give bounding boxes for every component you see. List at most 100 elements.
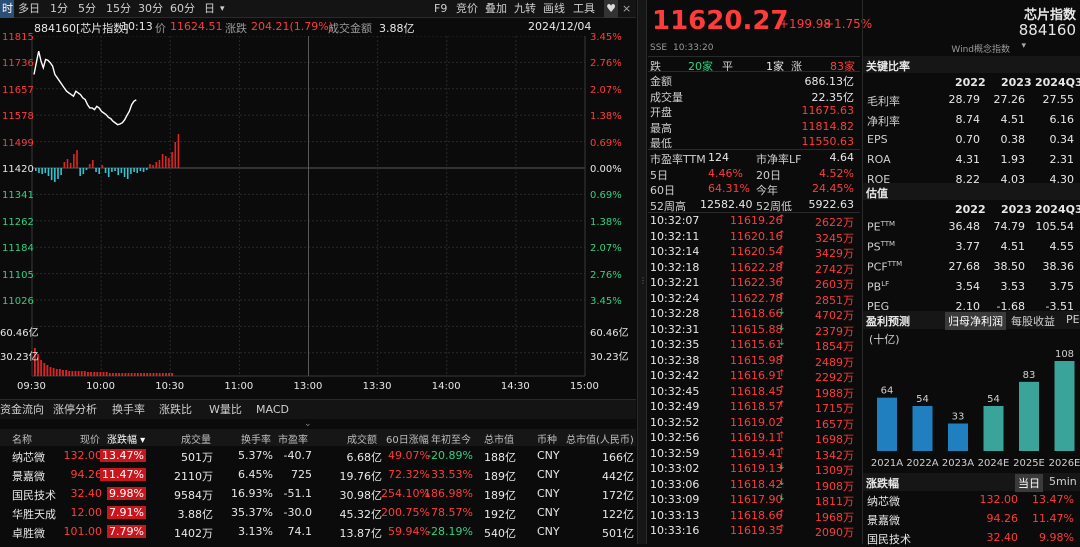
tick-amount: 2851万 — [815, 293, 854, 307]
col-turnover[interactable]: 换手率 — [241, 431, 271, 446]
tab-5min[interactable]: 5分 — [78, 0, 96, 18]
tick-time: 10:32:24 — [650, 291, 700, 305]
volume-bar — [93, 372, 96, 376]
tab-up-down-ratio[interactable]: 涨跌比 — [159, 400, 192, 420]
arrow-up-icon: ↑ — [778, 415, 786, 426]
table-cell-7: 49.07% — [388, 449, 430, 462]
tab-30min[interactable]: 30分 — [138, 0, 163, 18]
tab-5min-movers[interactable]: 5min — [1049, 475, 1077, 488]
overlay-button[interactable]: 叠加 — [485, 0, 507, 18]
table-cell-4: 5.37% — [238, 449, 273, 462]
table-row[interactable]: 景嘉微 94.26 11.47% 2110万 6.45% 725 19.76亿 72.32% 3… — [0, 466, 636, 484]
tick-amount: 3245万 — [815, 231, 854, 245]
col-pe[interactable]: 市盈率 — [278, 431, 308, 446]
col-mktcap[interactable]: 总市值 — [484, 431, 514, 446]
ratio-value: 36.48 — [948, 220, 981, 233]
volume-bar — [99, 372, 102, 376]
table-cell-4: 6.45% — [238, 468, 273, 481]
tab-15min[interactable]: 15分 — [106, 0, 131, 18]
price-axis-tick: 11026 — [2, 296, 34, 307]
table-cell-2: 9.98% — [107, 487, 146, 500]
table-cell-4: 3.13% — [238, 525, 273, 538]
flow-bar — [177, 134, 180, 168]
flow-bar — [69, 163, 72, 168]
col-60d[interactable]: 60日涨幅 — [386, 431, 429, 446]
ratio-label: PCFTTM — [867, 260, 903, 274]
table-cell-9: 189亿 — [484, 489, 516, 502]
tab-1min[interactable]: 1分 — [50, 0, 68, 18]
tick-price: 11618.66 — [730, 307, 783, 320]
forecast-bar — [1019, 381, 1039, 451]
forecast-category-label: 2025E — [1013, 458, 1045, 469]
change-label: 涨跌 — [225, 22, 247, 35]
cursor-amount: 3.88亿 — [379, 22, 415, 35]
table-cell-6: 13.87亿 — [339, 527, 383, 540]
ratio-value: 4.55 — [1049, 240, 1075, 253]
table-cell-2: 7.91% — [107, 506, 146, 519]
flow-bar — [85, 168, 88, 170]
tab-limit-analysis[interactable]: 涨停分析 — [53, 400, 97, 420]
auction-button[interactable]: 竞价 — [456, 0, 478, 18]
tab-capital-flow[interactable]: 资金流向 — [0, 400, 44, 420]
tab-eps[interactable]: 每股收益 — [1011, 313, 1055, 329]
table-cell-8: 33.53% — [431, 468, 473, 481]
favorite-heart-icon[interactable]: ♥ — [604, 0, 618, 18]
tab-60min[interactable]: 60分 — [170, 0, 195, 18]
nine-turn-button[interactable]: 九转 — [514, 0, 536, 18]
expand-chevron-icon[interactable]: ⌄ — [304, 419, 312, 429]
col-change-pct[interactable]: 涨跌幅 ▾ — [107, 431, 145, 446]
tab-intraday[interactable]: 时 — [0, 0, 14, 18]
panel-splitter[interactable]: ⋮ — [637, 0, 647, 544]
ratio-value: 3.77 — [955, 240, 981, 253]
ratio-value: 27.68 — [948, 260, 981, 273]
tab-pe[interactable]: PE — [1066, 313, 1080, 326]
close-icon[interactable]: × — [622, 0, 631, 18]
tab-net-profit[interactable]: 归母净利润 — [945, 312, 1006, 330]
col-name[interactable]: 名称 — [12, 431, 32, 446]
pct-axis-tick: 2.07% — [590, 84, 622, 96]
intraday-chart[interactable]: 11815 11736 11657 11578 11499 11420 11341 11262… — [0, 32, 636, 396]
col-currency[interactable]: 币种 — [537, 431, 557, 446]
ratio-value: 38.50 — [993, 260, 1026, 273]
tick-price: 11618.45 — [730, 384, 783, 398]
dropdown-icon[interactable]: ▾ — [1021, 41, 1026, 51]
col-amount[interactable]: 成交额 — [347, 431, 377, 446]
table-row[interactable]: 国民技术 32.40 9.98% 9584万 16.93% -51.1 30.98亿 254.… — [0, 485, 636, 503]
tick-amount: 1657万 — [815, 417, 854, 431]
flow-bar — [145, 168, 148, 170]
chevron-down-icon[interactable]: ▾ — [220, 0, 225, 18]
volume-bar — [43, 363, 46, 376]
tab-today[interactable]: 当日 — [1015, 474, 1043, 492]
stat-value: 686.13亿 — [804, 75, 855, 88]
draw-line-button[interactable]: 画线 — [543, 0, 565, 18]
volume-bar — [108, 373, 111, 376]
flow-bar — [104, 168, 107, 173]
mover-price: 94.26 — [986, 512, 1019, 525]
table-cell-3: 1402万 — [174, 527, 213, 540]
flow-bar — [82, 168, 85, 174]
ratio-value: 28.79 — [948, 93, 981, 106]
f9-button[interactable]: F9 — [434, 0, 447, 18]
mover-change: 13.47% — [1032, 493, 1074, 506]
tab-daily[interactable]: 日 — [204, 0, 215, 18]
col-price[interactable]: 现价 — [80, 431, 100, 446]
tab-turnover[interactable]: 换手率 — [112, 400, 145, 420]
price-axis-tick: 11184 — [2, 243, 34, 255]
table-row[interactable]: 纳芯微 132.00 13.47% 501万 5.37% -40.7 6.68亿 49.07%… — [0, 447, 636, 465]
col-ytd[interactable]: 年初至今 — [431, 431, 471, 446]
table-row[interactable]: 华胜天成 12.00 7.91% 3.88亿 35.37% -30.0 45.32亿 200.… — [0, 504, 636, 522]
tools-button[interactable]: 工具 — [573, 0, 595, 18]
table-row[interactable]: 卓胜微 101.00 7.79% 1402万 3.13% 74.1 13.87亿 59.94%… — [0, 523, 636, 541]
volume-bar — [165, 373, 167, 376]
tab-macd[interactable]: MACD — [256, 400, 289, 420]
ratio-label: ROA — [867, 153, 891, 166]
tab-multiday[interactable]: 多日 — [18, 0, 40, 18]
table-cell-2: 7.79% — [107, 525, 146, 538]
tab-volume-ratio[interactable]: W量比 — [209, 400, 242, 420]
col-volume[interactable]: 成交量 — [181, 431, 211, 446]
table-cell-8: -20.89% — [427, 449, 473, 462]
col-mktcap-cny[interactable]: 总市值(人民币) — [566, 431, 634, 446]
table-cell-2: 13.47% — [100, 449, 146, 462]
volume-bar — [55, 369, 58, 376]
indicator-tabs: 资金流向 涨停分析 换手率 涨跌比 W量比 MACD — [0, 399, 636, 419]
